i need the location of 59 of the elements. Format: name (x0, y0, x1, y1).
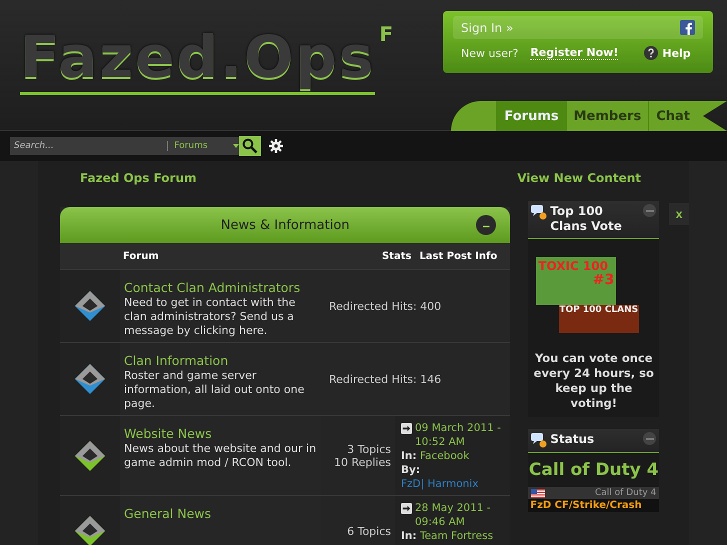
minus-icon (646, 438, 654, 440)
nav-tab[interactable]: Members (566, 101, 648, 131)
column-header: Stats (382, 250, 412, 262)
chat-bubble-icon (531, 432, 548, 448)
minimize-button[interactable] (643, 432, 656, 445)
search-button[interactable] (239, 136, 261, 156)
server-name: FzD CF/Strike/Crash (528, 499, 660, 512)
topic-count: 6 Topics (347, 524, 391, 538)
by-label: By: (401, 464, 420, 476)
breadcrumb-link[interactable]: Fazed Ops Forum (80, 171, 197, 185)
topic-link[interactable]: Facebook (420, 450, 470, 462)
topic-count: 3 Topics (347, 442, 391, 456)
arrow-icon[interactable] (401, 423, 412, 434)
search-field[interactable]: Search... Forums (10, 137, 239, 155)
redirect-hits: Redirected Hits: 146 (329, 372, 442, 386)
search-scope-dropdown[interactable]: Forums (168, 141, 239, 151)
view-new-content-link[interactable]: View New Content (517, 171, 641, 185)
search-icon (242, 138, 258, 154)
forum-description: News about the website and our in game admin mod / RCON tool. (124, 442, 317, 470)
new-user-label: New user? (461, 46, 518, 60)
forum-title-link[interactable]: General News (124, 506, 212, 521)
forum-description: Roster and game server information, all laid out onto one page. (124, 369, 306, 411)
forum-title-link[interactable]: Website News (124, 426, 212, 441)
block-title: Status (550, 432, 596, 447)
minimize-button[interactable] (643, 204, 656, 217)
user-link[interactable]: FzD| Harmonix (401, 478, 478, 490)
category-title: News & Information (220, 218, 350, 232)
arrow-icon[interactable] (401, 503, 412, 514)
reply-count: 10 Replies (334, 456, 391, 468)
minus-icon (646, 210, 654, 212)
server-game: Call of Duty 4 (595, 488, 656, 498)
chat-bubble-icon (531, 204, 548, 220)
collapse-button[interactable]: – (476, 215, 496, 235)
topic-link[interactable]: Team Fortress (420, 530, 494, 542)
forum-title-link[interactable]: Clan Information (124, 353, 228, 368)
forum-description: Need to get in contact with the clan administrators? Send us a message by clicking here. (124, 296, 296, 338)
logo-tagline: F (379, 22, 394, 46)
in-label: In: (401, 530, 417, 542)
tab-bar-curve (451, 101, 496, 131)
caret-icon (233, 144, 239, 148)
tab-bar-end-drawing (697, 101, 727, 131)
flag-icon (531, 488, 546, 498)
forum-title-link[interactable]: Contact Clan Administrators (124, 280, 300, 295)
game-title: Call of Duty 4 (528, 459, 660, 481)
nav-tab[interactable]: Forums (496, 101, 566, 131)
column-header: Last Post Info (419, 250, 498, 262)
block-title: Top 100 Clans Vote (550, 204, 623, 234)
facebook-icon[interactable] (680, 20, 695, 35)
close-button[interactable]: x (669, 203, 689, 225)
vote-message: You can vote once every 24 hours, so keep up the voting! (532, 351, 655, 411)
in-label: In: (401, 450, 417, 462)
last-post-date-link[interactable]: 28 May 2011 - 09:46 AM (415, 501, 506, 529)
column-header: Forum (123, 250, 160, 262)
settings-icon[interactable] (269, 139, 283, 153)
help-icon (644, 46, 658, 60)
redirect-hits: Redirected Hits: 400 (329, 300, 442, 312)
nav-tab[interactable]: Chat (648, 101, 697, 131)
clans-banner[interactable]: TOP 100 CLANS (558, 305, 639, 333)
last-post-date-link[interactable]: 09 March 2011 - 10:52 AM (415, 421, 506, 449)
